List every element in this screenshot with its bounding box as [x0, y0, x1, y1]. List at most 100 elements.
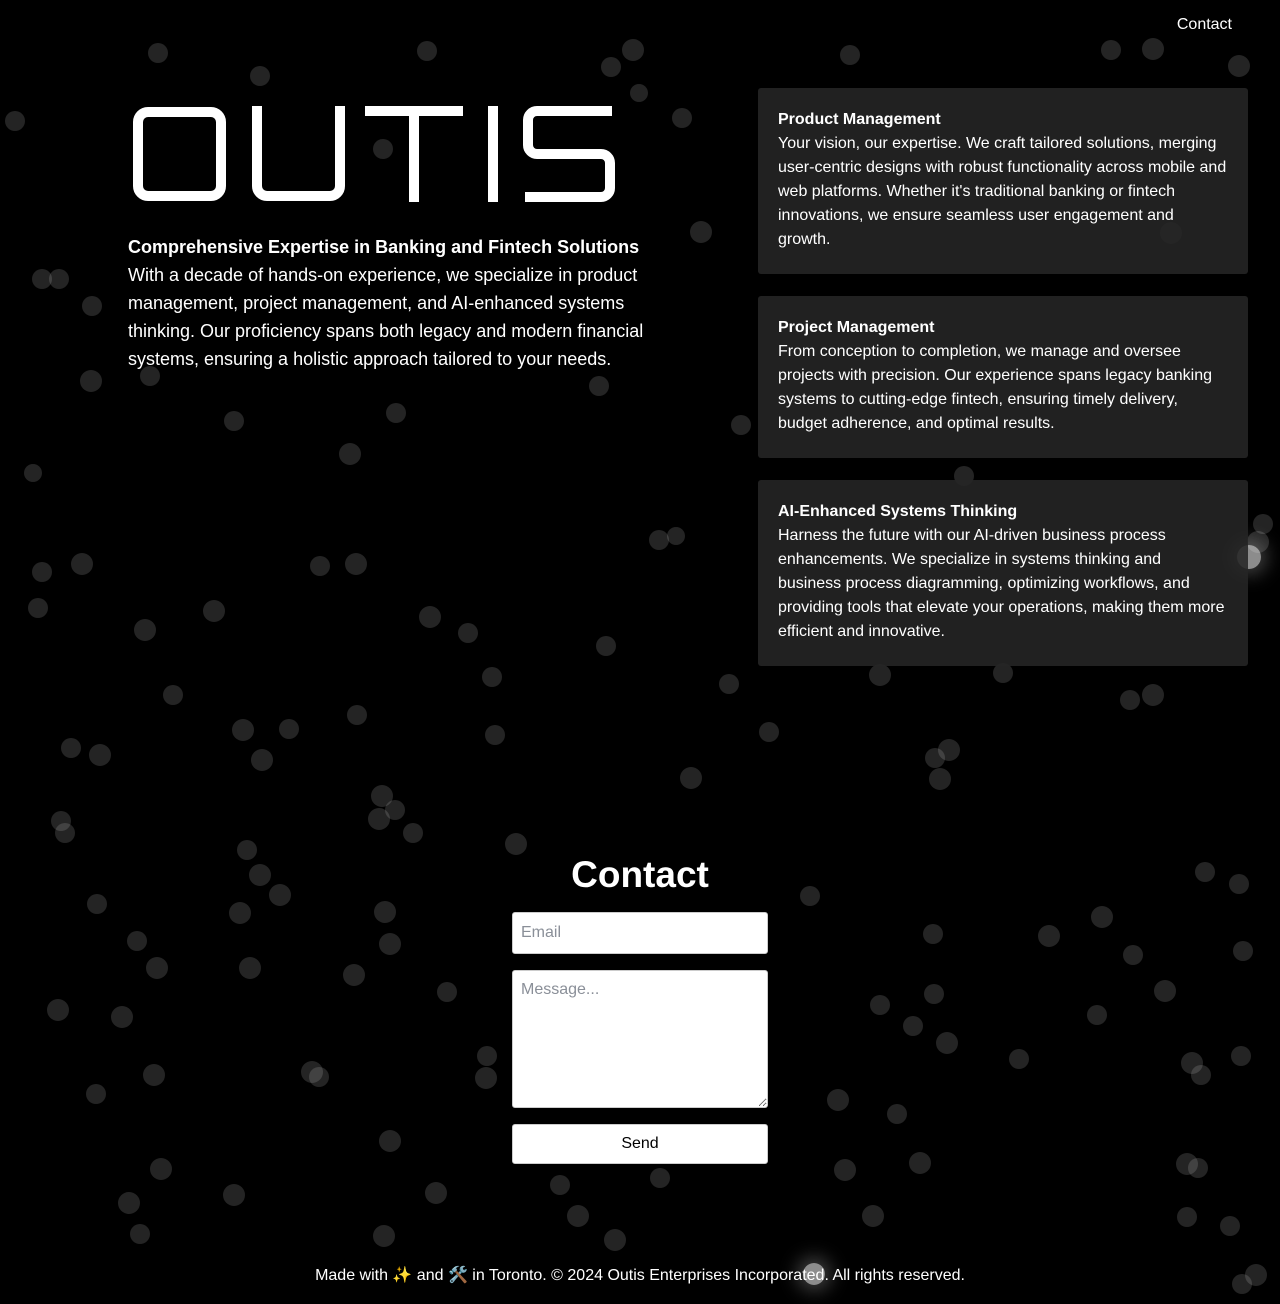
bokeh-dot — [1176, 1153, 1198, 1175]
service-card-body: Harness the future with our AI-driven bu… — [778, 527, 1225, 640]
outis-logo: OUTIS — [128, 100, 628, 208]
bokeh-dot — [146, 957, 168, 979]
bokeh-dot — [49, 269, 69, 289]
bokeh-dot — [239, 957, 261, 979]
contact-form: Send — [512, 912, 768, 1164]
bokeh-dot — [596, 636, 616, 656]
bokeh-dot — [279, 719, 299, 739]
bokeh-dot — [1181, 1052, 1203, 1074]
bokeh-dot — [604, 1229, 626, 1251]
service-card-title: Product Management — [778, 111, 941, 128]
bokeh-dot — [1123, 945, 1143, 965]
bokeh-dot — [938, 739, 960, 761]
bokeh-dot — [993, 663, 1013, 683]
bokeh-dot — [1195, 862, 1215, 882]
bokeh-dot — [1101, 40, 1121, 60]
bokeh-dot — [86, 1084, 106, 1104]
bokeh-dot — [368, 808, 390, 830]
bokeh-dot — [82, 296, 102, 316]
bokeh-dot — [649, 530, 669, 550]
service-card-title: AI-Enhanced Systems Thinking — [778, 503, 1018, 520]
nav-contact-link[interactable]: Contact — [1177, 16, 1232, 33]
intro-section: Comprehensive Expertise in Banking and F… — [128, 233, 658, 373]
service-card-project-management: Project Management From conception to co… — [758, 296, 1248, 458]
bokeh-dot — [163, 685, 183, 705]
bokeh-dot — [887, 1104, 907, 1124]
bokeh-dot — [458, 623, 478, 643]
bokeh-dot — [925, 748, 945, 768]
bokeh-dot — [834, 1159, 856, 1181]
intro-heading: Comprehensive Expertise in Banking and F… — [128, 237, 640, 257]
bokeh-dot — [32, 562, 52, 582]
bokeh-dot — [371, 785, 393, 807]
bokeh-dot — [1253, 514, 1273, 534]
message-field[interactable] — [512, 970, 768, 1108]
bokeh-dot — [373, 1225, 395, 1247]
bokeh-dot — [111, 1006, 133, 1028]
bokeh-dot — [237, 840, 257, 860]
bokeh-dot — [232, 719, 254, 741]
bokeh-dot — [1247, 531, 1269, 553]
bokeh-dot — [672, 108, 692, 128]
bokeh-dot — [840, 45, 860, 65]
bokeh-dot — [936, 1032, 958, 1054]
bokeh-dot — [485, 725, 505, 745]
bokeh-dot — [51, 811, 71, 831]
bokeh-dot — [223, 1184, 245, 1206]
bokeh-dot — [301, 1061, 323, 1083]
bokeh-dot — [229, 902, 251, 924]
contact-section: Contact Send — [512, 852, 768, 1164]
bokeh-dot — [118, 1192, 140, 1214]
bokeh-dot — [1220, 1216, 1240, 1236]
bokeh-dot — [862, 1205, 884, 1227]
email-field[interactable] — [512, 912, 768, 954]
bokeh-dot — [32, 269, 52, 289]
service-card-title: Project Management — [778, 319, 935, 336]
bokeh-dot — [1154, 980, 1176, 1002]
bokeh-dot — [130, 1224, 150, 1244]
bokeh-dot — [309, 1067, 329, 1087]
bokeh-dot — [923, 924, 943, 944]
bokeh-dot — [1142, 38, 1164, 60]
bokeh-dot — [386, 403, 406, 423]
bokeh-dot — [89, 744, 111, 766]
service-card-body: From conception to completion, we manage… — [778, 343, 1213, 432]
bokeh-dot — [1231, 1046, 1251, 1066]
bokeh-dot — [249, 864, 271, 886]
top-nav: Contact — [1177, 16, 1232, 34]
service-card-product-management: Product Management Your vision, our expe… — [758, 88, 1248, 274]
bokeh-dot — [1009, 1049, 1029, 1069]
bokeh-dot — [150, 1158, 172, 1180]
bokeh-dot — [143, 1064, 165, 1086]
service-card-ai-systems-thinking: AI-Enhanced Systems Thinking Harness the… — [758, 480, 1248, 666]
bokeh-dot — [1142, 684, 1164, 706]
bokeh-dot — [870, 995, 890, 1015]
bokeh-dot — [800, 886, 820, 906]
footer-text: Made with ✨ and 🛠️ in Toronto. © 2024 Ou… — [315, 1267, 965, 1284]
bokeh-dot — [827, 1089, 849, 1111]
bokeh-dot — [224, 411, 244, 431]
bokeh-dot — [731, 415, 751, 435]
bokeh-dot — [680, 767, 702, 789]
bokeh-dot — [345, 553, 367, 575]
bokeh-dot — [269, 884, 291, 906]
bokeh-dot — [1038, 925, 1060, 947]
bokeh-dot — [719, 674, 739, 694]
bokeh-dot — [71, 553, 93, 575]
bokeh-dot — [87, 894, 107, 914]
bokeh-dot — [1188, 1158, 1208, 1178]
bokeh-dot — [929, 768, 951, 790]
bokeh-dot — [148, 43, 168, 63]
bokeh-dot — [374, 901, 396, 923]
bokeh-dot — [417, 41, 437, 61]
bokeh-dot — [61, 738, 81, 758]
bokeh-dot — [250, 66, 270, 86]
bokeh-dot — [24, 464, 42, 482]
send-button[interactable]: Send — [512, 1124, 768, 1164]
bokeh-dot — [1087, 1005, 1107, 1025]
bokeh-dot — [437, 982, 457, 1002]
bokeh-dot — [690, 221, 712, 243]
bokeh-dot — [134, 619, 156, 641]
bokeh-dot — [1191, 1065, 1211, 1085]
bokeh-dot — [310, 556, 330, 576]
